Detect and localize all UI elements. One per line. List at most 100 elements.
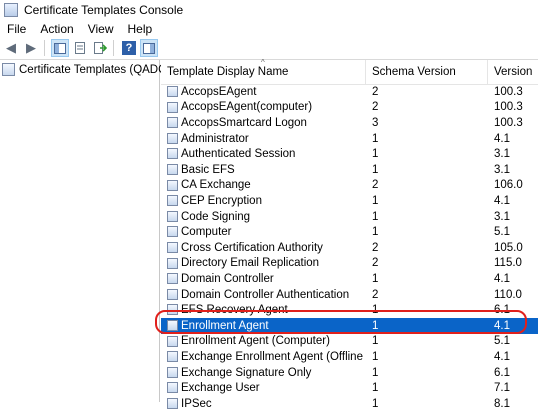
cell-version: 110.0 xyxy=(494,288,522,301)
cell-name: CEP Encryption xyxy=(181,194,262,207)
table-row[interactable]: AccopsSmartcard Logon 3 100.3 xyxy=(161,115,538,131)
table-row[interactable]: Exchange Enrollment Agent (Offline requ.… xyxy=(161,349,538,365)
cell-schema: 1 xyxy=(372,272,379,285)
table-row[interactable]: EFS Recovery Agent 1 6.1 xyxy=(161,302,538,318)
table-row[interactable]: CA Exchange 2 106.0 xyxy=(161,178,538,194)
cell-schema: 1 xyxy=(372,226,379,239)
cell-schema: 1 xyxy=(372,194,379,207)
certificate-template-icon xyxy=(167,382,178,394)
show-action-pane-icon[interactable] xyxy=(140,39,158,57)
column-header-schema-version[interactable]: Schema Version xyxy=(366,60,488,84)
table-row[interactable]: Authenticated Session 1 3.1 xyxy=(161,146,538,162)
certificate-template-icon xyxy=(167,257,178,269)
cell-name: CA Exchange xyxy=(181,179,251,192)
certificate-template-icon xyxy=(167,226,178,238)
cell-version: 4.1 xyxy=(494,132,510,145)
certificate-template-icon xyxy=(167,101,178,113)
help-icon[interactable]: ? xyxy=(120,39,138,57)
certificate-template-icon xyxy=(167,117,178,129)
cell-name: EFS Recovery Agent xyxy=(181,304,288,317)
column-header-template-display-name[interactable]: ^ Template Display Name xyxy=(161,58,366,84)
cell-version: 106.0 xyxy=(494,179,523,192)
tree-item-label: Certificate Templates (QADC.pt xyxy=(19,63,180,76)
certificate-console-icon xyxy=(4,3,18,17)
table-row[interactable]: Administrator 1 4.1 xyxy=(161,131,538,147)
properties-icon[interactable] xyxy=(71,39,89,57)
table-row[interactable]: Computer 1 5.1 xyxy=(161,224,538,240)
cell-version: 3.1 xyxy=(494,210,510,223)
cell-version: 4.1 xyxy=(494,319,510,332)
certificate-template-icon xyxy=(167,304,178,316)
cell-version: 6.1 xyxy=(494,304,510,317)
menu-action[interactable]: Action xyxy=(33,22,80,36)
cell-schema: 1 xyxy=(372,163,379,176)
cell-schema: 1 xyxy=(372,132,379,145)
cell-name: Enrollment Agent (Computer) xyxy=(181,335,330,348)
cell-version: 100.3 xyxy=(494,101,523,114)
table-row[interactable]: AccopsEAgent(computer) 2 100.3 xyxy=(161,100,538,116)
table-row[interactable]: CEP Encryption 1 4.1 xyxy=(161,193,538,209)
table-row[interactable]: Enrollment Agent (Computer) 1 5.1 xyxy=(161,334,538,350)
cell-version: 100.3 xyxy=(494,116,523,129)
cell-version: 8.1 xyxy=(494,397,510,410)
cell-schema: 2 xyxy=(372,241,379,254)
certificate-template-icon xyxy=(167,288,178,300)
toolbar-separator xyxy=(44,40,45,56)
back-arrow-icon[interactable]: ◀ xyxy=(2,39,20,57)
cell-name: Code Signing xyxy=(181,210,251,223)
cell-schema: 2 xyxy=(372,288,379,301)
cell-name: Exchange Enrollment Agent (Offline requ.… xyxy=(181,350,365,363)
certificate-template-icon xyxy=(167,351,178,363)
cell-name: Exchange User xyxy=(181,382,260,395)
table-row[interactable]: Domain Controller 1 4.1 xyxy=(161,271,538,287)
menu-file[interactable]: File xyxy=(0,22,33,36)
table-row[interactable]: Exchange User 1 7.1 xyxy=(161,380,538,396)
cell-name: Authenticated Session xyxy=(181,148,296,161)
cell-version: 4.1 xyxy=(494,194,510,207)
cell-version: 100.3 xyxy=(494,85,523,98)
certificate-template-icon xyxy=(167,242,178,253)
cell-name: AccopsSmartcard Logon xyxy=(181,116,307,129)
export-list-icon[interactable] xyxy=(91,39,109,57)
certificate-template-icon xyxy=(167,164,178,175)
cell-name: Domain Controller xyxy=(181,272,274,285)
certificate-template-icon xyxy=(167,148,178,160)
cell-schema: 1 xyxy=(372,350,379,363)
table-row[interactable]: Enrollment Agent 1 4.1 xyxy=(161,318,538,334)
template-list-pane: ^ Template Display Name Schema Version V… xyxy=(161,58,538,410)
show-hide-tree-icon[interactable] xyxy=(51,39,69,57)
table-row[interactable]: Cross Certification Authority 2 105.0 xyxy=(161,240,538,256)
cell-schema: 1 xyxy=(372,148,379,161)
cell-schema: 1 xyxy=(372,382,379,395)
menu-help[interactable]: Help xyxy=(121,22,160,36)
table-row[interactable]: Directory Email Replication 2 115.0 xyxy=(161,256,538,272)
cell-schema: 2 xyxy=(372,179,379,192)
console-tree-pane: Certificate Templates (QADC.pt xyxy=(0,60,179,402)
window-title: Certificate Templates Console xyxy=(24,3,184,17)
menu-bar: File Action View Help xyxy=(0,20,538,38)
table-row[interactable]: Exchange Signature Only 1 6.1 xyxy=(161,365,538,381)
forward-arrow-icon[interactable]: ▶ xyxy=(22,39,40,57)
certificate-template-icon xyxy=(167,320,178,331)
tree-item-certificate-templates[interactable]: Certificate Templates (QADC.pt xyxy=(2,63,179,76)
cell-name: Directory Email Replication xyxy=(181,257,320,270)
cell-schema: 1 xyxy=(372,210,379,223)
table-row[interactable]: AccopsEAgent 2 100.3 xyxy=(161,84,538,100)
certificate-template-icon xyxy=(167,195,178,207)
list-header: ^ Template Display Name Schema Version V… xyxy=(161,58,538,85)
cell-name: Exchange Signature Only xyxy=(181,366,312,379)
cell-version: 5.1 xyxy=(494,226,510,239)
certificate-template-icon xyxy=(167,210,178,222)
cell-name: Cross Certification Authority xyxy=(181,241,323,254)
table-row[interactable]: Code Signing 1 3.1 xyxy=(161,209,538,225)
menu-view[interactable]: View xyxy=(81,22,121,36)
certificate-template-icon xyxy=(167,132,178,144)
column-header-version[interactable]: Version xyxy=(488,60,538,84)
cell-name: AccopsEAgent(computer) xyxy=(181,101,313,114)
table-row[interactable]: Basic EFS 1 3.1 xyxy=(161,162,538,178)
table-row[interactable]: Domain Controller Authentication 2 110.0 xyxy=(161,287,538,303)
certificate-template-icon xyxy=(167,273,178,285)
table-row[interactable]: IPSec 1 8.1 xyxy=(161,396,538,412)
cell-schema: 1 xyxy=(372,366,379,379)
cell-version: 7.1 xyxy=(494,382,510,395)
